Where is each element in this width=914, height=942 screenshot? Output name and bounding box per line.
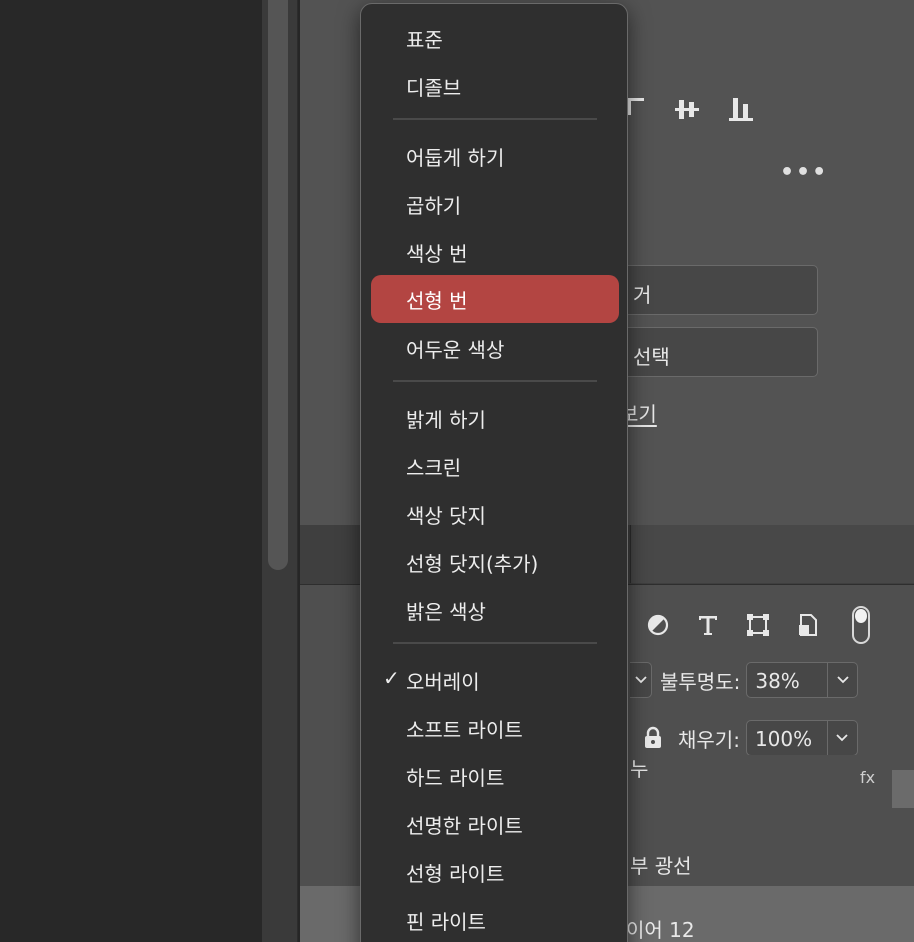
property-field-1[interactable]: 거 [600, 265, 818, 315]
menu-item-label: 선형 닷지(추가) [406, 552, 539, 576]
vertical-scrollbar[interactable] [268, 0, 288, 570]
menu-item-label: 핀 라이트 [406, 910, 486, 934]
fill-row: 채우기: 100% [630, 720, 858, 756]
fill-label: 채우기: [678, 727, 740, 752]
type-filter-icon[interactable] [694, 611, 722, 639]
smart-object-filter-icon[interactable] [794, 611, 822, 639]
opacity-dropdown-button[interactable] [828, 662, 859, 698]
opacity-label: 불투명도: [660, 669, 741, 694]
fill-input[interactable]: 100% [745, 720, 828, 756]
property-field-1-text: 거 [633, 283, 652, 307]
align-bottom-icon[interactable] [728, 96, 754, 122]
chevron-down-icon [634, 676, 647, 684]
menu-separator [393, 380, 597, 382]
menu-item-label: 하드 라이트 [406, 766, 505, 790]
fill-value: 100% [754, 727, 813, 751]
menu-item-dissolve[interactable]: 디졸브 [371, 62, 619, 110]
menu-item-lighten[interactable]: 밝게 하기 [371, 394, 619, 442]
chevron-down-icon [836, 734, 849, 742]
layer-filter-toolbar [644, 606, 870, 644]
menu-item-label: 밝게 하기 [406, 408, 486, 432]
menu-item-label: 표준 [406, 28, 443, 52]
menu-item-normal[interactable]: 표준 [371, 14, 619, 62]
align-toolbar [620, 96, 754, 122]
menu-item-label: 오버레이 [406, 670, 480, 694]
property-field-2-text: 선택 [633, 345, 670, 369]
layer-effects-icon[interactable]: fx [860, 768, 875, 787]
blend-mode-menu: 표준 디졸브 어둡게 하기 곱하기 색상 번 선형 번 어두운 색상 밝게 하기… [360, 3, 628, 942]
panel-tab[interactable] [630, 525, 914, 583]
menu-item-label: 선형 라이트 [406, 862, 505, 886]
layer-name: 이어 12 [626, 918, 695, 942]
opacity-row: 불투명도: 38% [630, 662, 859, 698]
layer-name: 부 광선 [630, 854, 692, 878]
more-options-button[interactable]: ••• [780, 160, 828, 185]
menu-item-label: 어두운 색상 [406, 338, 505, 362]
menu-item-label: 스크린 [406, 456, 462, 480]
menu-item-label: 디졸브 [406, 76, 462, 100]
menu-item-multiply[interactable]: 곱하기 [371, 180, 619, 228]
menu-item-color-burn[interactable]: 색상 번 [371, 228, 619, 276]
menu-item-pin-light[interactable]: 핀 라이트 [371, 896, 619, 942]
menu-item-linear-light[interactable]: 선형 라이트 [371, 848, 619, 896]
menu-item-label: 곱하기 [406, 194, 462, 218]
fill-dropdown-button[interactable] [827, 720, 858, 756]
menu-item-color-dodge[interactable]: 색상 닷지 [371, 490, 619, 538]
menu-item-linear-burn[interactable]: 선형 번 [371, 275, 619, 323]
menu-item-label: 색상 닷지 [406, 504, 486, 528]
checkmark-icon: ✓ [383, 666, 400, 690]
menu-item-label: 소프트 라이트 [406, 718, 523, 742]
canvas-area [0, 0, 262, 942]
menu-item-label: 선명한 라이트 [406, 814, 523, 838]
shape-filter-icon[interactable] [744, 611, 772, 639]
menu-item-vivid-light[interactable]: 선명한 라이트 [371, 800, 619, 848]
menu-item-screen[interactable]: 스크린 [371, 442, 619, 490]
menu-item-label: 색상 번 [406, 242, 468, 266]
align-vertical-center-icon[interactable] [674, 96, 700, 122]
opacity-value: 38% [755, 669, 800, 693]
menu-item-soft-light[interactable]: 소프트 라이트 [371, 704, 619, 752]
layer-name: 누 [630, 757, 649, 781]
menu-item-darken[interactable]: 어둡게 하기 [371, 132, 619, 180]
menu-separator [393, 118, 597, 120]
menu-item-overlay[interactable]: ✓ 오버레이 [371, 656, 619, 704]
menu-item-label: 밝은 색상 [406, 600, 486, 624]
opacity-input[interactable]: 38% [746, 662, 829, 698]
menu-item-label: 선형 번 [406, 289, 468, 313]
filter-toggle[interactable] [852, 606, 870, 644]
lock-icon[interactable] [642, 726, 664, 750]
blend-mode-dropdown-arrow[interactable] [630, 662, 652, 698]
chevron-down-icon [837, 676, 849, 684]
adjustment-filter-icon[interactable] [644, 611, 672, 639]
menu-item-linear-dodge[interactable]: 선형 닷지(추가) [371, 538, 619, 586]
layer-thumbnail [892, 770, 914, 808]
menu-separator [393, 642, 597, 644]
property-field-2[interactable]: 선택 [600, 327, 818, 377]
menu-item-label: 어둡게 하기 [406, 146, 505, 170]
menu-item-darker-color[interactable]: 어두운 색상 [371, 324, 619, 372]
menu-item-hard-light[interactable]: 하드 라이트 [371, 752, 619, 800]
menu-item-lighter-color[interactable]: 밝은 색상 [371, 586, 619, 634]
